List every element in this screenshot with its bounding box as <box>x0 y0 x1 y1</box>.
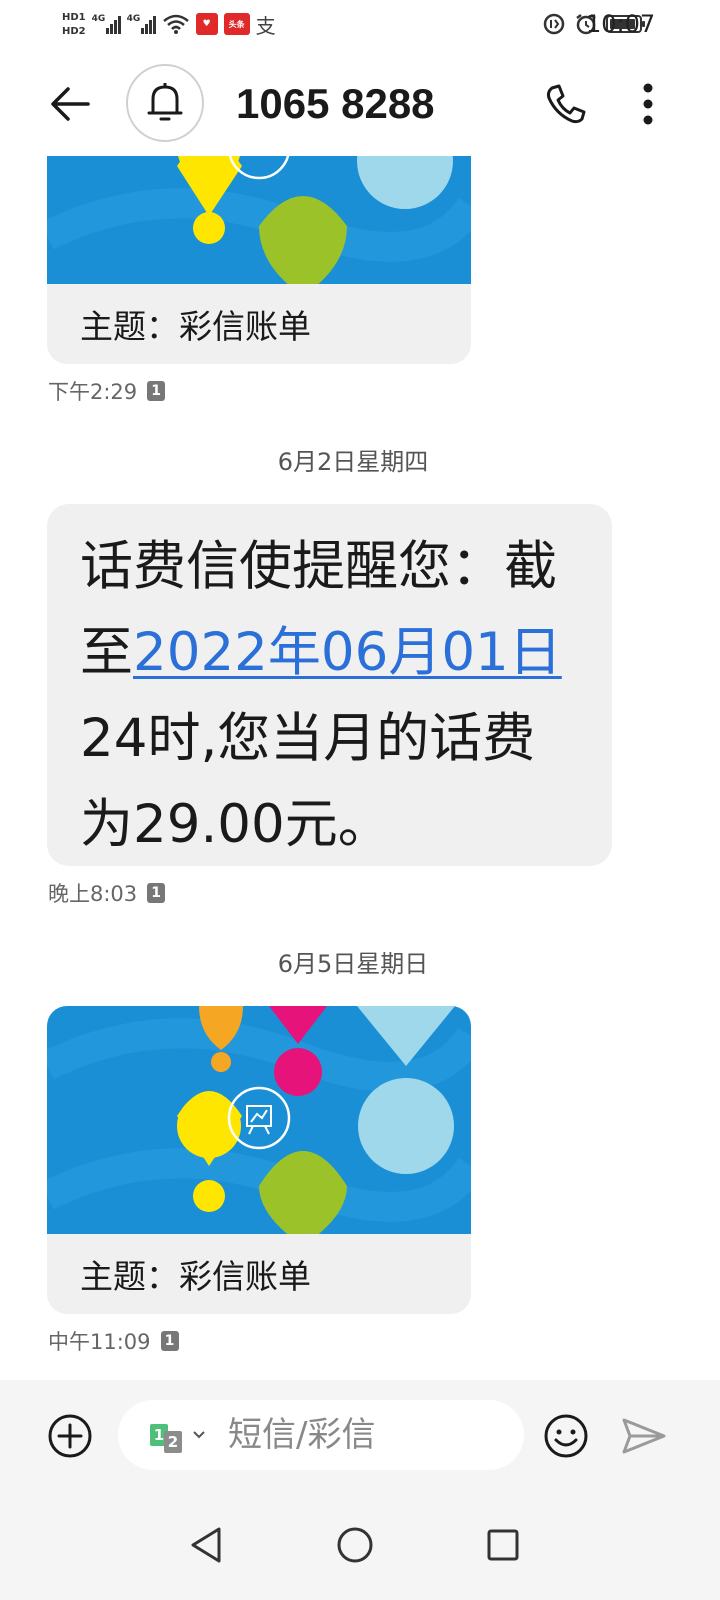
sim-1-icon: 1 <box>147 883 166 903</box>
data-saver-icon <box>543 13 565 35</box>
timestamp-text: 中午11:09 <box>48 1330 151 1354</box>
emoji-button[interactable] <box>540 1410 592 1462</box>
send-button[interactable] <box>616 1410 672 1462</box>
signal-2-icon: 4G <box>127 14 156 34</box>
message-list[interactable]: 主题：彩信账单 下午2:29 1 6月2日星期四 话费信使提醒您：截至2022年… <box>0 156 720 1380</box>
date-separator: 6月2日星期四 <box>277 448 429 476</box>
sms-text-after-link: 24时,您当月的话费为29.00元。 <box>80 708 536 855</box>
system-navigation-bar <box>0 1490 720 1600</box>
conversation-header: 1065 8288 <box>0 52 720 156</box>
sim-1-icon: 1 <box>160 1331 179 1351</box>
date-separator: 6月5日星期日 <box>277 950 429 978</box>
status-icons-left: HD1 HD2 4G 4G ♥ 头条 支 <box>62 6 276 42</box>
nav-back-button[interactable] <box>180 1520 230 1570</box>
more-options-button[interactable] <box>618 74 678 134</box>
back-arrow-icon <box>51 87 90 121</box>
status-time: 10:07 <box>586 10 656 38</box>
message-timestamp: 中午11:09 1 <box>48 1326 179 1356</box>
toutiao-notification-icon: 头条 <box>223 13 250 35</box>
sim-selector[interactable]: 1 2 <box>150 1417 228 1453</box>
mms-image-thumbnail[interactable] <box>47 1006 471 1234</box>
signal-1-icon: 4G <box>92 14 121 34</box>
hd-indicators: HD1 HD2 <box>62 12 86 37</box>
bell-icon <box>147 83 183 121</box>
alipay-notification-icon: 支 <box>255 13 276 38</box>
mms-image-thumbnail[interactable] <box>47 156 471 284</box>
chevron-down-icon <box>193 1431 205 1439</box>
nav-recents-button[interactable] <box>478 1520 528 1570</box>
sim-1-icon: 1 <box>147 381 166 401</box>
nav-home-button[interactable] <box>330 1520 380 1570</box>
triangle-back-icon <box>191 1527 221 1563</box>
message-input[interactable] <box>228 1415 508 1455</box>
sim-2-indicator: 2 <box>164 1431 182 1453</box>
contact-name: 1065 8288 <box>236 80 435 127</box>
hd-2-badge: HD2 <box>62 25 86 37</box>
mms-message-card[interactable]: 主题：彩信账单 <box>47 156 471 364</box>
timestamp-text: 下午2:29 <box>48 380 138 404</box>
mms-message-card[interactable]: 主题：彩信账单 <box>47 1006 471 1314</box>
square-recents-icon <box>487 1529 519 1561</box>
back-button[interactable] <box>40 74 100 134</box>
app-notification-icon: ♥ <box>195 13 218 35</box>
circle-home-icon <box>337 1527 373 1563</box>
contact-avatar[interactable] <box>126 64 204 142</box>
add-attachment-button[interactable] <box>44 1410 96 1462</box>
send-icon <box>622 1418 666 1454</box>
wifi-icon <box>162 14 189 34</box>
hd-1-badge: HD1 <box>62 11 86 23</box>
call-button[interactable] <box>536 74 596 134</box>
more-vertical-icon <box>643 83 653 125</box>
phone-icon <box>546 84 586 124</box>
mms-subject: 主题：彩信账单 <box>80 307 311 346</box>
status-bar: HD1 HD2 4G 4G ♥ 头条 支 10:07 <box>0 0 720 50</box>
smiley-icon <box>544 1414 588 1458</box>
message-input-container: 1 2 <box>118 1400 524 1470</box>
sms-date-link[interactable]: 2022年06月01日 <box>133 622 562 683</box>
plus-circle-icon <box>48 1414 92 1458</box>
mms-subject: 主题：彩信账单 <box>80 1257 311 1296</box>
network-type-1: 4G <box>91 14 106 24</box>
message-composer: 1 2 <box>0 1380 720 1490</box>
network-type-2: 4G <box>126 14 141 24</box>
sms-message-bubble[interactable]: 话费信使提醒您：截至2022年06月01日24时,您当月的话费为29.00元。 <box>47 504 612 866</box>
message-timestamp: 下午2:29 1 <box>48 376 166 406</box>
message-timestamp: 晚上8:03 1 <box>48 878 166 908</box>
timestamp-text: 晚上8:03 <box>48 882 138 906</box>
